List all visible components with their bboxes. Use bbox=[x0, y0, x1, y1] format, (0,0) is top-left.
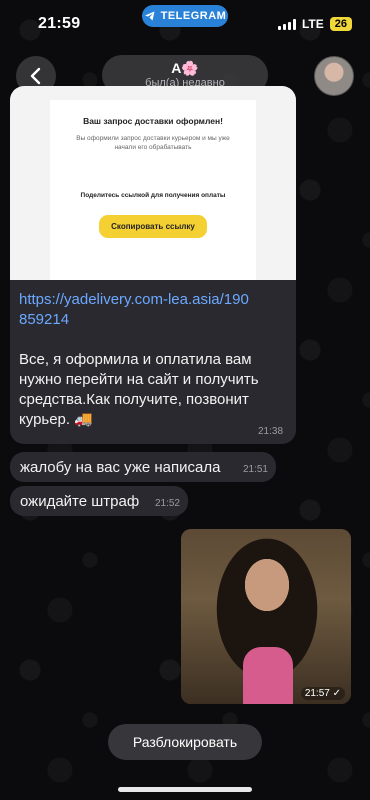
home-indicator[interactable] bbox=[118, 787, 252, 792]
screenshot-card: Ваш запрос доставки оформлен! Вы оформил… bbox=[50, 100, 256, 280]
screenshot-share-text: Поделитесь ссылкой для получения оплаты bbox=[80, 192, 226, 199]
status-indicators: LTE 26 bbox=[277, 17, 352, 31]
contact-name: А🌸 bbox=[171, 60, 199, 76]
message-text: https://yadelivery.com-lea.asia/19085921… bbox=[19, 290, 291, 430]
message-link[interactable]: https://yadelivery.com-lea.asia/19085921… bbox=[19, 290, 251, 330]
message-time: 21:52 bbox=[154, 498, 180, 509]
screenshot-subtitle: Вы оформили запрос доставки курьером и м… bbox=[76, 135, 230, 151]
avatar[interactable] bbox=[314, 56, 354, 96]
signal-icon bbox=[277, 18, 296, 30]
chevron-left-icon bbox=[30, 67, 41, 85]
photo-message[interactable]: 21:57 ✓ bbox=[181, 529, 351, 704]
telegram-icon bbox=[144, 11, 155, 21]
photo-time: 21:57 ✓ bbox=[300, 687, 345, 700]
message-text: ожидайте штраф bbox=[20, 492, 140, 510]
status-time: 21:59 bbox=[38, 15, 81, 32]
attached-screenshot[interactable]: Ваш запрос доставки оформлен! Вы оформил… bbox=[10, 86, 296, 280]
battery-icon: 26 bbox=[329, 17, 352, 31]
telegram-badge-label: TELEGRAM bbox=[160, 10, 227, 22]
message-bubble-screenshot[interactable]: Ваш запрос доставки оформлен! Вы оформил… bbox=[10, 86, 296, 444]
message-body: Все, я оформила и оплатила вам нужно пер… bbox=[19, 351, 259, 428]
screenshot-copy-button: Скопировать ссылку bbox=[99, 215, 207, 238]
unblock-button[interactable]: Разблокировать bbox=[108, 724, 262, 760]
photo-figure bbox=[243, 647, 293, 704]
message-text: жалобу на вас уже написала bbox=[20, 458, 221, 476]
network-type: LTE bbox=[301, 17, 324, 31]
screenshot-title: Ваш запрос доставки оформлен! bbox=[83, 116, 223, 126]
message-bubble-complaint[interactable]: жалобу на вас уже написала 21:51 bbox=[10, 452, 276, 482]
message-bubble-fine[interactable]: ожидайте штраф 21:52 bbox=[10, 486, 188, 516]
telegram-badge[interactable]: TELEGRAM bbox=[142, 5, 228, 27]
message-time: 21:38 bbox=[258, 426, 284, 437]
message-time: 21:51 bbox=[242, 464, 268, 475]
